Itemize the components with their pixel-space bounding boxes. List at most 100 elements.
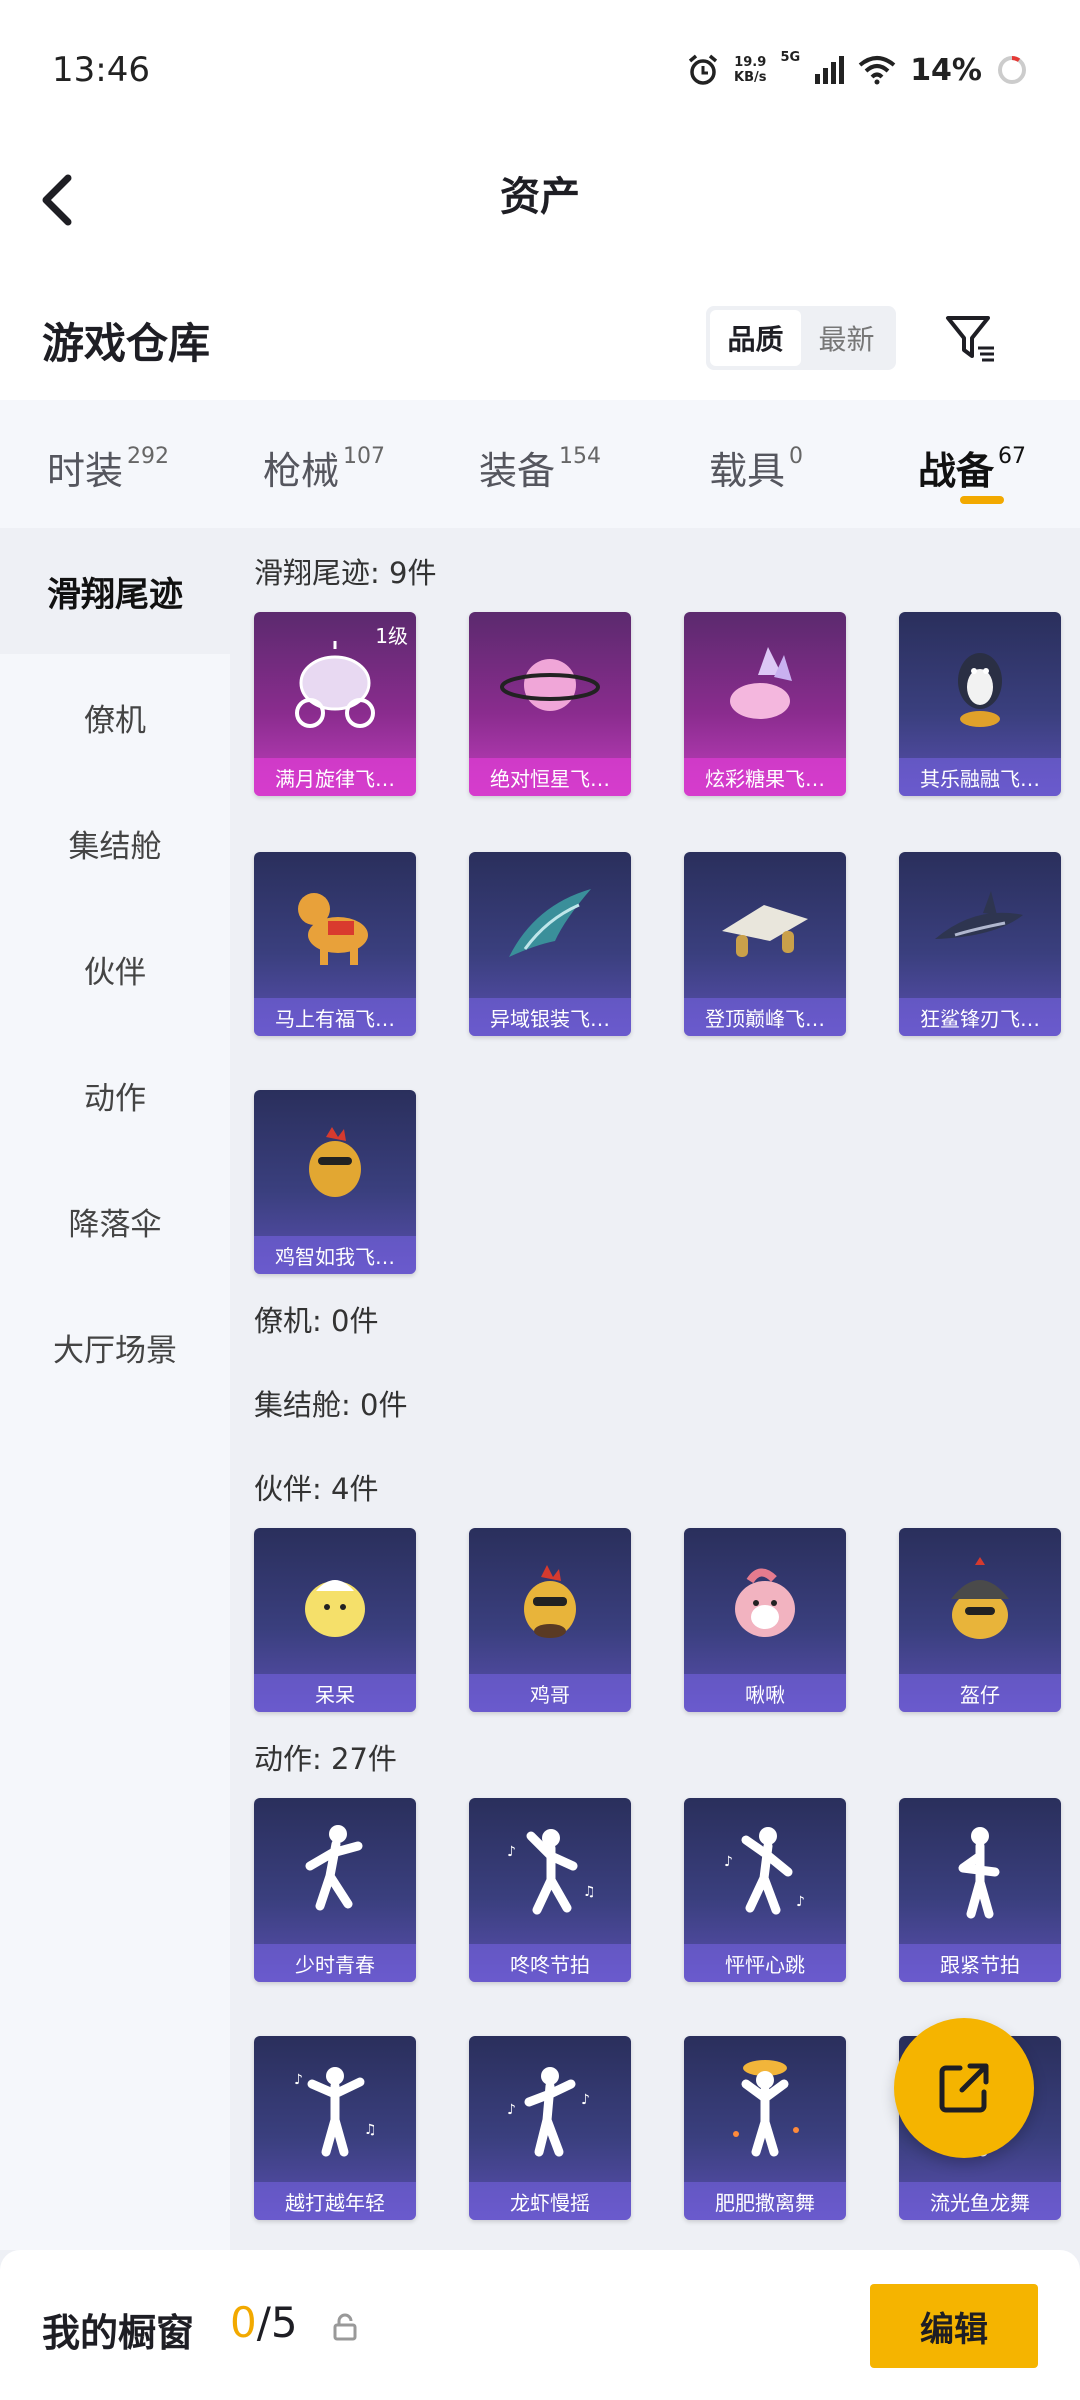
item-name: 其乐融融飞…: [899, 758, 1061, 796]
showcase-bar: 我的橱窗 0/5 编辑: [0, 2250, 1080, 2400]
pink-bird-icon: [684, 1528, 846, 1674]
item-card[interactable]: 鸡智如我飞…: [254, 1090, 416, 1274]
item-name: 满月旋律飞…: [254, 758, 416, 796]
share-button[interactable]: [894, 2018, 1034, 2158]
dancer-icon: [684, 2036, 846, 2182]
item-card[interactable]: 肥肥撒离舞: [684, 2036, 846, 2220]
section-title-emote: 动作: 27件: [254, 1742, 397, 1776]
item-card[interactable]: 登顶巅峰飞…: [684, 852, 846, 1036]
svg-text:♪: ♪: [507, 1844, 516, 1860]
sidebar-item-glide-trail[interactable]: 滑翔尾迹: [0, 528, 230, 654]
tab-guns[interactable]: 枪械 107: [216, 400, 432, 528]
candy-crystal-icon: [684, 612, 846, 758]
item-name: 绝对恒星飞…: [469, 758, 631, 796]
item-card[interactable]: ♪ ♫ 咚咚节拍: [469, 1798, 631, 1982]
item-name: 盔仔: [899, 1674, 1061, 1712]
item-card[interactable]: 盔仔: [899, 1528, 1061, 1712]
dancer-icon: ♪ ♪: [469, 2036, 631, 2182]
warehouse-header: 游戏仓库 品质 最新: [0, 260, 1080, 400]
item-name: 流光鱼龙舞: [899, 2182, 1061, 2220]
item-content: 滑翔尾迹: 9件 1级 满月旋律飞… 绝对恒星飞… 炫彩糖果飞… 其乐融融飞… …: [230, 528, 1080, 2250]
penguin-icon: [899, 612, 1061, 758]
dancer-icon: ♪ ♪: [684, 1798, 846, 1944]
filter-icon: [946, 316, 994, 362]
section-title-rally-pod: 集结舱: 0件: [254, 1388, 408, 1422]
item-card[interactable]: 啾啾: [684, 1528, 846, 1712]
filter-button[interactable]: [940, 308, 1000, 368]
item-card[interactable]: 炫彩糖果飞…: [684, 612, 846, 796]
sidebar: 滑翔尾迹 僚机 集结舱 伙伴 动作 降落伞 大厅场景: [0, 528, 230, 2250]
item-name: 越打越年轻: [254, 2182, 416, 2220]
horse-icon: [254, 852, 416, 998]
network-type: 5G: [780, 50, 801, 65]
page-header: 资产: [0, 140, 1080, 260]
sidebar-item-rally-pod[interactable]: 集结舱: [0, 780, 230, 906]
dancer-icon: ♪ ♫: [254, 2036, 416, 2182]
tab-fashion[interactable]: 时装 292: [0, 400, 216, 528]
helmet-chick-icon: [899, 1528, 1061, 1674]
section-title-partner: 伙伴: 4件: [254, 1472, 379, 1506]
item-card[interactable]: 异域银装飞…: [469, 852, 631, 1036]
svg-text:♫: ♫: [583, 1884, 596, 1900]
sidebar-item-emote[interactable]: 动作: [0, 1032, 230, 1158]
alarm-icon: [688, 54, 718, 85]
tab-vehicles[interactable]: 载具 0: [648, 400, 864, 528]
section-title-glide: 滑翔尾迹: 9件: [254, 556, 437, 590]
showcase-label: 我的橱窗: [42, 2311, 195, 2355]
item-name: 怦怦心跳: [684, 1944, 846, 1982]
warehouse-title: 游戏仓库: [42, 319, 211, 368]
dancer-icon: ♪ ♫: [469, 1798, 631, 1944]
edit-button[interactable]: 编辑: [870, 2284, 1038, 2368]
svg-text:♪: ♪: [507, 2102, 516, 2118]
item-name: 龙虾慢摇: [469, 2182, 631, 2220]
wifi-icon: [858, 56, 896, 85]
sort-toggle: 品质 最新: [706, 306, 896, 370]
svg-text:♪: ♪: [724, 1854, 733, 1870]
sidebar-item-parachute[interactable]: 降落伞: [0, 1158, 230, 1284]
svg-text:♪: ♪: [294, 2072, 303, 2088]
jet-wings-icon: [684, 852, 846, 998]
planet-icon: [469, 612, 631, 758]
sidebar-item-lobby-scene[interactable]: 大厅场景: [0, 1284, 230, 1410]
item-card[interactable]: ♪ ♪ 龙虾慢摇: [469, 2036, 631, 2220]
item-name: 鸡智如我飞…: [254, 1236, 416, 1274]
item-card[interactable]: 狂鲨锋刃飞…: [899, 852, 1061, 1036]
svg-text:♪: ♪: [581, 2092, 590, 2108]
item-card[interactable]: 鸡哥: [469, 1528, 631, 1712]
item-name: 跟紧节拍: [899, 1944, 1061, 1982]
sidebar-item-wingman[interactable]: 僚机: [0, 654, 230, 780]
lock-icon: [333, 2313, 357, 2341]
item-card[interactable]: 马上有福飞…: [254, 852, 416, 1036]
sort-newest-button[interactable]: 最新: [801, 310, 892, 366]
rooster-icon: [469, 1528, 631, 1674]
item-name: 鸡哥: [469, 1674, 631, 1712]
item-name: 啾啾: [684, 1674, 846, 1712]
status-time: 13:46: [52, 50, 150, 90]
category-tabs: 时装 292 枪械 107 装备 154 载具 0 战备 67: [0, 400, 1080, 528]
item-name: 少时青春: [254, 1944, 416, 1982]
item-level: 1级: [375, 624, 408, 648]
shark-icon: [899, 852, 1061, 998]
blade-wing-icon: [469, 852, 631, 998]
svg-text:♫: ♫: [364, 2122, 377, 2138]
item-card[interactable]: 少时青春: [254, 1798, 416, 1982]
sidebar-item-partner[interactable]: 伙伴: [0, 906, 230, 1032]
item-card[interactable]: 其乐融融飞…: [899, 612, 1061, 796]
item-card[interactable]: ♪ ♫ 越打越年轻: [254, 2036, 416, 2220]
sort-quality-button[interactable]: 品质: [710, 310, 801, 366]
item-card[interactable]: 1级 满月旋律飞…: [254, 612, 416, 796]
item-card[interactable]: ♪ ♪ 怦怦心跳: [684, 1798, 846, 1982]
item-name: 炫彩糖果飞…: [684, 758, 846, 796]
item-name: 咚咚节拍: [469, 1944, 631, 1982]
tab-equipment[interactable]: 装备 154: [432, 400, 648, 528]
chicken-icon: [254, 1090, 416, 1236]
dancer-icon: [899, 1798, 1061, 1944]
tab-war-gear[interactable]: 战备 67: [864, 400, 1080, 528]
status-icons: 19.9 KB/s 5G 14%: [686, 46, 1028, 94]
item-card[interactable]: 绝对恒星飞…: [469, 612, 631, 796]
item-card[interactable]: 跟紧节拍: [899, 1798, 1061, 1982]
status-bar: 13:46 19.9 KB/s 5G 14%: [0, 0, 1080, 140]
item-name: 肥肥撒离舞: [684, 2182, 846, 2220]
item-name: 马上有福飞…: [254, 998, 416, 1036]
item-card[interactable]: 呆呆: [254, 1528, 416, 1712]
